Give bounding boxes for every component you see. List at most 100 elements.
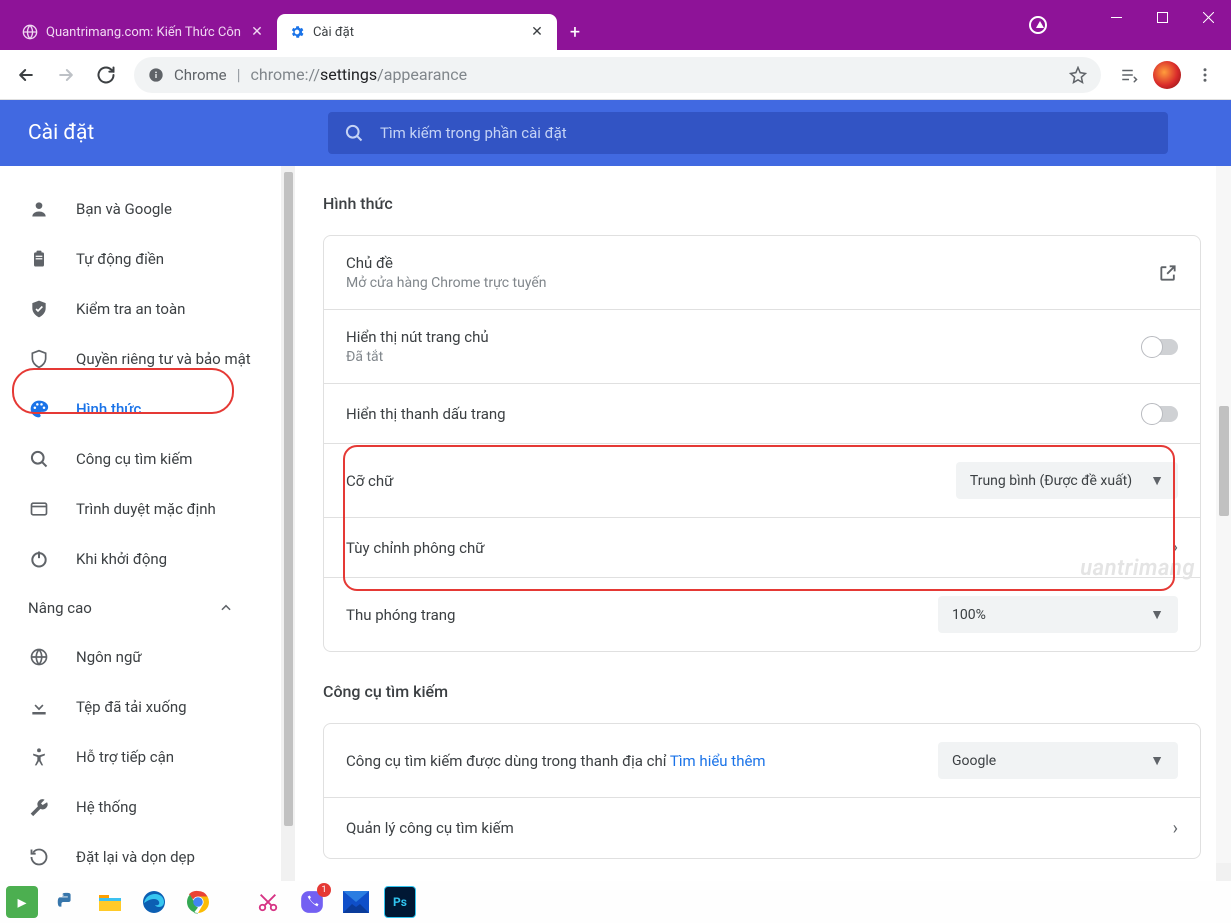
sidebar-item-default-browser[interactable]: Trình duyệt mặc định [0,484,275,534]
search-icon [344,123,364,143]
minimize-button[interactable] [1093,0,1139,34]
taskbar-snip[interactable] [252,886,284,918]
close-icon[interactable]: ✕ [529,24,545,40]
clipboard-icon [28,249,50,269]
sidebar-item-startup[interactable]: Khi khởi động [0,534,275,584]
toggle-home-button[interactable] [1142,339,1178,355]
search-placeholder: Tìm kiếm trong phần cài đặt [380,124,567,142]
learn-more-link[interactable]: Tìm hiểu thêm [670,752,766,770]
taskbar-chrome[interactable] [182,886,214,918]
appearance-card: Chủ đề Mở cửa hàng Chrome trực tuyến Hiể… [323,235,1201,652]
chevron-right-icon: › [1173,818,1178,839]
browser-tab-quantrimang[interactable]: Quantrimang.com: Kiến Thức Côn ✕ [10,14,277,50]
browser-tab-settings[interactable]: Cài đặt ✕ [277,14,557,50]
settings-title: Cài đặt [28,121,328,145]
download-icon [28,697,50,717]
sidebar-item-reset[interactable]: Đặt lại và dọn dẹp [0,832,275,882]
chevron-right-icon: › [1173,537,1178,558]
dropdown-page-zoom[interactable]: 100% ▼ [938,596,1178,633]
sidebar-item-accessibility[interactable]: Hỗ trợ tiếp cận [0,732,275,782]
gear-icon [289,24,305,40]
dropdown-search-engine[interactable]: Google ▼ [938,742,1178,779]
settings-header: Cài đặt Tìm kiếm trong phần cài đặt [0,100,1231,166]
restore-icon [28,847,50,867]
row-manage-search[interactable]: Quản lý công cụ tìm kiếm › [324,798,1200,858]
nav-back-button[interactable] [8,57,44,93]
tab-title: Quantrimang.com: Kiến Thức Côn [46,25,241,40]
window-controls [1093,0,1231,34]
taskbar-file-explorer[interactable] [94,886,126,918]
new-tab-button[interactable]: + [561,18,589,46]
power-icon [28,549,50,569]
sidebar-item-appearance[interactable]: Hình thức [0,384,275,434]
side-panel-icon[interactable] [1111,57,1147,93]
sidebar-item-safety-check[interactable]: Kiểm tra an toàn [0,284,275,334]
caret-down-icon: ▼ [1150,752,1164,769]
shield-icon [28,349,50,369]
taskbar-viber[interactable]: 1 [296,886,328,918]
taskbar-photoshop[interactable]: Ps [384,886,416,918]
omnibox[interactable]: Chrome | chrome://settings/appearance [134,57,1101,93]
section-title-appearance: Hình thức [323,194,1201,213]
tab-strip: Quantrimang.com: Kiến Thức Côn ✕ Cài đặt… [0,0,589,50]
windows-taskbar: ▸ 1 Ps [0,881,1231,923]
shield-check-icon [28,299,50,319]
notification-badge: 1 [317,883,331,897]
nav-reload-button[interactable] [88,57,124,93]
window-close-button[interactable] [1185,0,1231,34]
bookmark-star-icon[interactable] [1069,66,1087,84]
sidebar-item-you-and-google[interactable]: Bạn và Google [0,184,275,234]
row-page-zoom: Thu phóng trang 100% ▼ [324,578,1200,651]
search-icon [28,449,50,469]
omnibox-url: chrome://settings/appearance [251,65,468,84]
settings-sidebar: Bạn và Google Tự động điền Kiểm tra an t… [0,166,295,923]
profile-avatar[interactable] [1153,61,1181,89]
omnibox-chrome-label: Chrome [174,66,227,84]
sidebar-item-search[interactable]: Công cụ tìm kiếm [0,434,275,484]
browser-toolbar: Chrome | chrome://settings/appearance [0,50,1231,100]
open-external-icon [1158,263,1178,283]
settings-body: Bạn và Google Tự động điền Kiểm tra an t… [0,166,1231,923]
browser-icon [28,499,50,519]
toggle-bookmarks-bar[interactable] [1142,406,1178,422]
chrome-menu-button[interactable] [1187,57,1223,93]
row-home-button: Hiển thị nút trang chủ Đã tắt [324,310,1200,384]
row-search-engine: Công cụ tìm kiếm được dùng trong thanh đ… [324,724,1200,798]
media-control-icon[interactable] [1029,16,1047,34]
page-scrollbar[interactable] [1216,166,1231,863]
chevron-up-icon [219,601,233,615]
search-card: Công cụ tìm kiếm được dùng trong thanh đ… [323,723,1201,859]
sidebar-item-autofill[interactable]: Tự động điền [0,234,275,284]
taskbar-app-green[interactable]: ▸ [6,886,38,918]
taskbar-mail[interactable] [340,886,372,918]
taskbar-app-python[interactable] [50,886,82,918]
sidebar-item-privacy[interactable]: Quyền riêng tư và bảo mật [0,334,275,384]
omnibox-divider: | [237,65,241,84]
caret-down-icon: ▼ [1150,472,1164,489]
sidebar-item-system[interactable]: Hệ thống [0,782,275,832]
row-font-size: Cỡ chữ Trung bình (Được đề xuất) ▼ [324,444,1200,518]
taskbar-edge[interactable] [138,886,170,918]
sidebar-scrollbar[interactable] [281,166,295,923]
sidebar-item-downloads[interactable]: Tệp đã tải xuống [0,682,275,732]
row-bookmarks-bar: Hiển thị thanh dấu trang [324,384,1200,444]
section-title-search: Công cụ tìm kiếm [323,682,1201,701]
caret-down-icon: ▼ [1150,606,1164,623]
wrench-icon [28,797,50,817]
dropdown-font-size[interactable]: Trung bình (Được đề xuất) ▼ [956,462,1178,499]
row-theme[interactable]: Chủ đề Mở cửa hàng Chrome trực tuyến [324,236,1200,310]
window-titlebar: Quantrimang.com: Kiến Thức Côn ✕ Cài đặt… [0,0,1231,50]
nav-forward-button[interactable] [48,57,84,93]
person-icon [28,199,50,219]
sidebar-advanced-toggle[interactable]: Nâng cao [0,584,295,632]
accessibility-icon [28,747,50,767]
close-icon[interactable]: ✕ [249,24,265,40]
row-customize-fonts[interactable]: Tùy chỉnh phông chữ › [324,518,1200,578]
palette-icon [28,399,50,419]
globe-icon [28,647,50,667]
settings-search-input[interactable]: Tìm kiếm trong phần cài đặt [328,112,1168,154]
maximize-button[interactable] [1139,0,1185,34]
site-info-icon[interactable] [148,67,164,83]
sidebar-item-languages[interactable]: Ngôn ngữ [0,632,275,682]
tab-title: Cài đặt [313,25,521,40]
